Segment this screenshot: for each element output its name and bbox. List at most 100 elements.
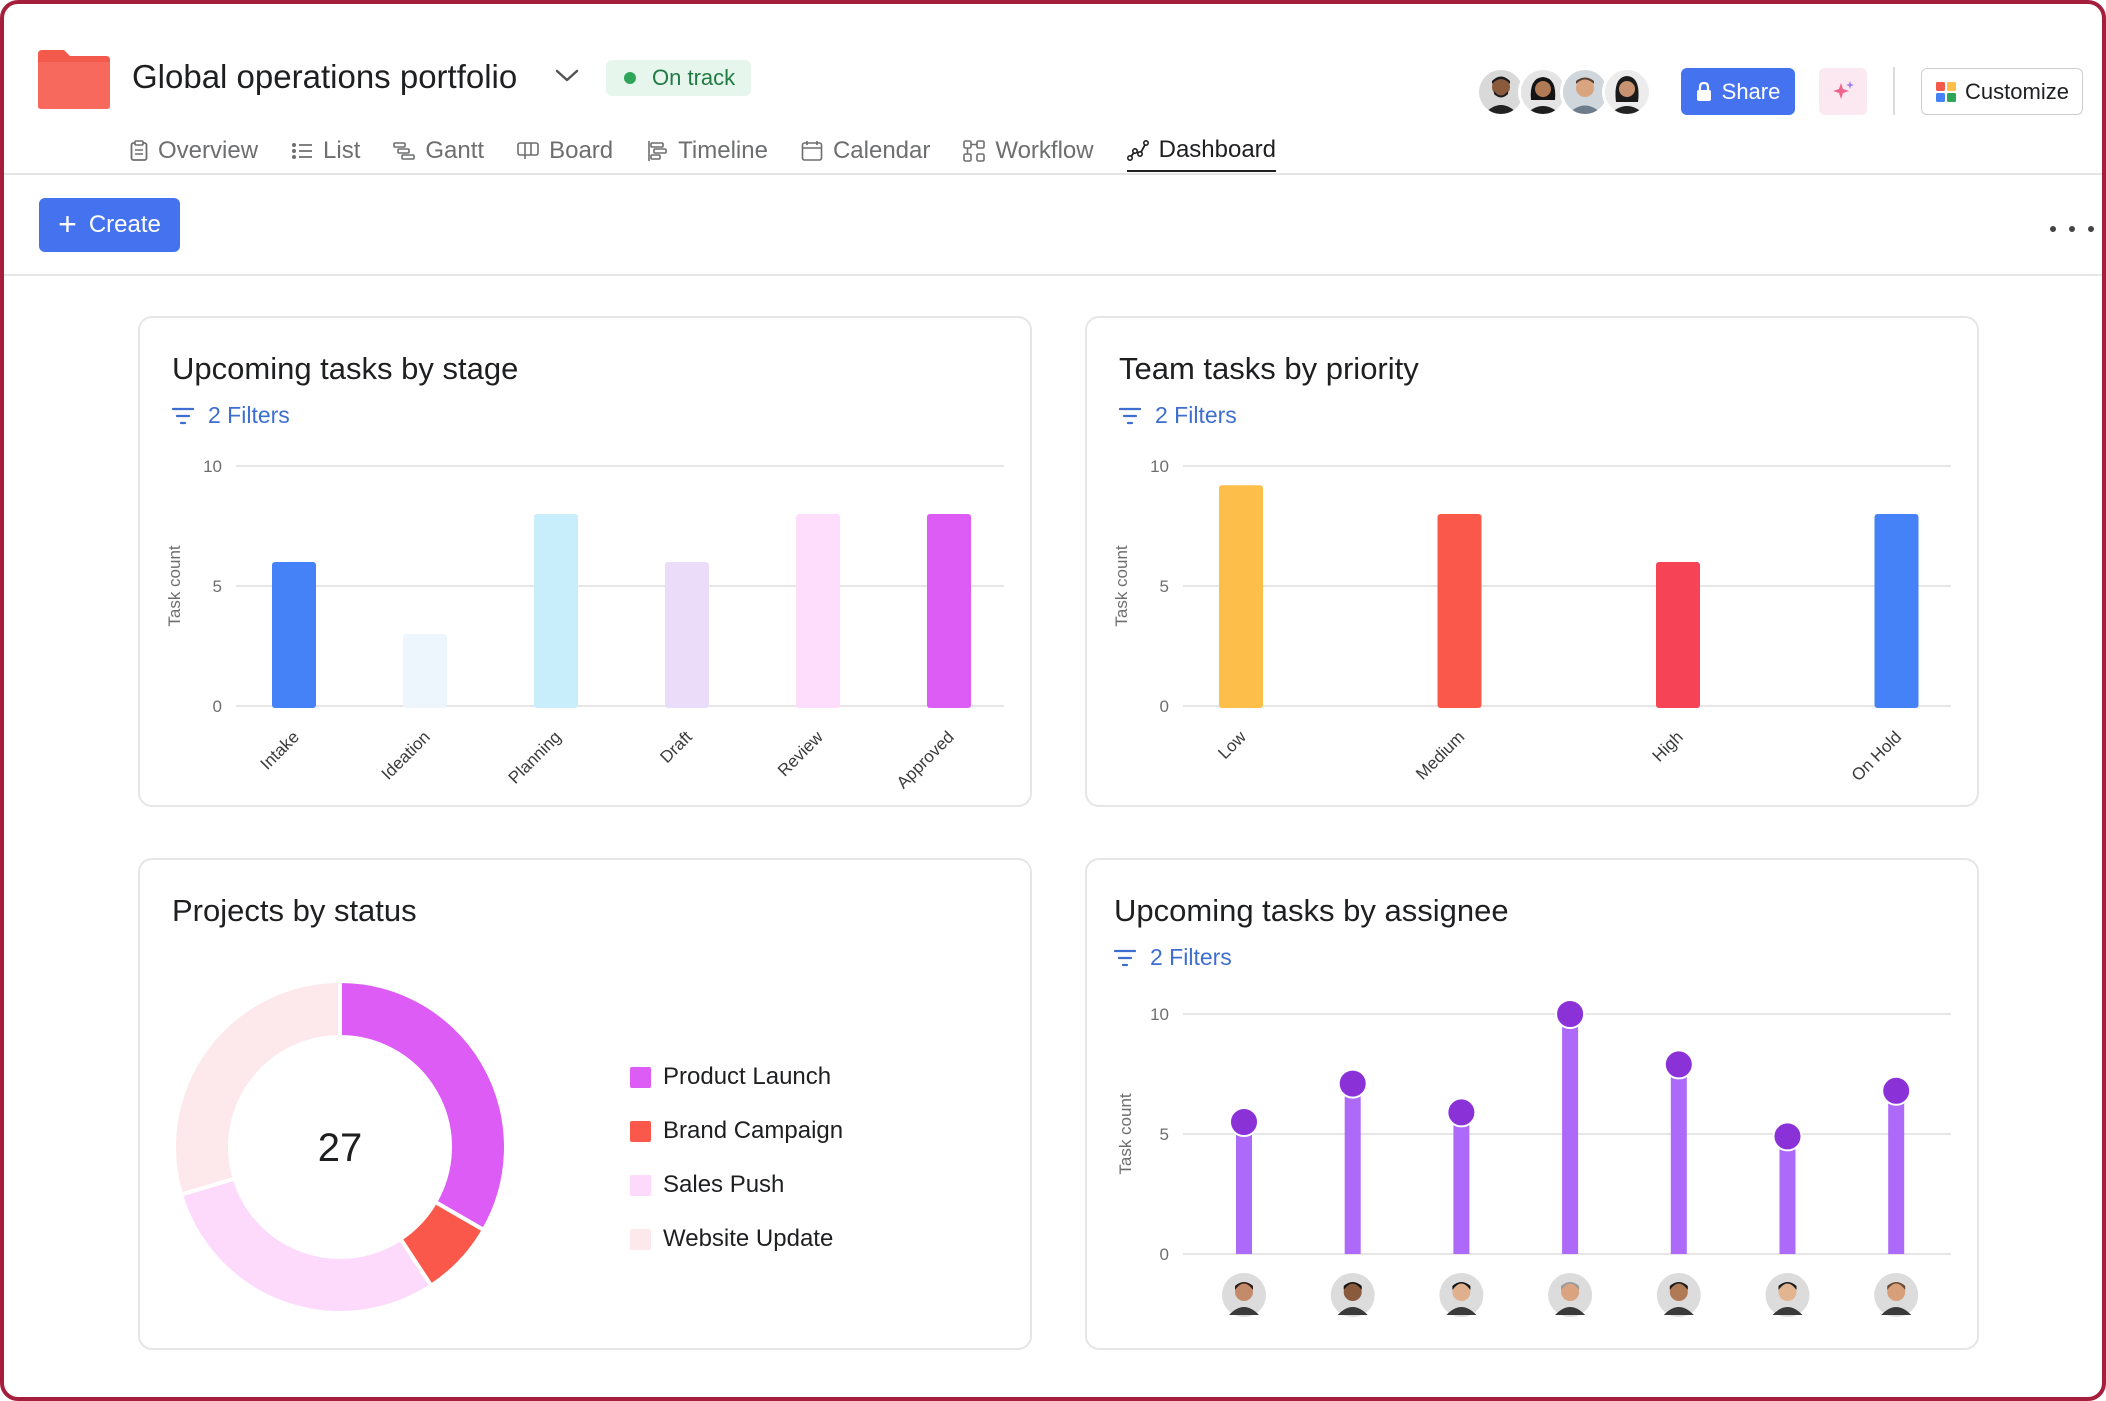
lollipop-stem[interactable] bbox=[1453, 1112, 1470, 1254]
bar-low[interactable] bbox=[1219, 485, 1263, 708]
status-dot-icon bbox=[624, 72, 636, 84]
bar-on-hold[interactable] bbox=[1874, 514, 1919, 708]
donut-slice-product-launch[interactable] bbox=[338, 978, 508, 1233]
lollipop-stem[interactable] bbox=[1236, 1122, 1252, 1254]
stage-bar-chart: 0 5 10 Task count Intake Ideation Planning Draf… bbox=[165, 457, 1004, 792]
donut-total: 27 bbox=[318, 1126, 363, 1170]
tab-label: Gantt bbox=[425, 137, 485, 164]
project-title[interactable]: Global operations portfolio bbox=[132, 58, 517, 96]
lock-icon bbox=[1696, 81, 1711, 101]
chart-card-projects[interactable]: Projects by status 27 Product Launch Bran… bbox=[138, 858, 1032, 1350]
legend-swatch bbox=[630, 1066, 651, 1088]
legend-swatch bbox=[630, 1120, 651, 1142]
projects-donut-chart: 27 bbox=[172, 978, 508, 1315]
x-tick-label: Low bbox=[1214, 727, 1250, 763]
y-tick-label: 0 bbox=[1160, 1245, 1169, 1264]
create-button[interactable]: + Create bbox=[39, 198, 180, 252]
project-tabs: Overview List Gantt Board Timeline Calen… bbox=[130, 130, 1309, 174]
lollipop-stem[interactable] bbox=[1779, 1136, 1796, 1254]
lollipop-dot[interactable] bbox=[1555, 999, 1586, 1029]
legend-item[interactable]: Website Update bbox=[630, 1212, 843, 1266]
tab-dashboard[interactable]: Dashboard bbox=[1126, 130, 1277, 172]
y-axis-label: Task count bbox=[1116, 1093, 1135, 1175]
y-tick-label: 0 bbox=[1160, 697, 1169, 716]
x-tick-label: Planning bbox=[505, 727, 565, 787]
x-tick-label: Review bbox=[774, 727, 827, 780]
tab-board[interactable]: Board bbox=[517, 130, 613, 172]
assignee-avatar[interactable] bbox=[1874, 1273, 1919, 1317]
lollipop-stem[interactable] bbox=[1888, 1090, 1905, 1254]
tab-label: Workflow bbox=[995, 137, 1094, 164]
plus-icon: + bbox=[58, 206, 77, 242]
x-tick-label: Intake bbox=[257, 727, 303, 773]
bar-intake[interactable] bbox=[272, 562, 316, 708]
avatar[interactable] bbox=[1602, 67, 1652, 117]
share-button[interactable]: Share bbox=[1681, 68, 1795, 115]
bar-high[interactable] bbox=[1656, 562, 1700, 708]
bar-review[interactable] bbox=[796, 514, 840, 708]
tab-list[interactable]: List bbox=[291, 130, 360, 172]
ai-sparkle-button[interactable] bbox=[1819, 68, 1867, 115]
lollipop-dot[interactable] bbox=[1446, 1097, 1477, 1128]
x-tick-label: Approved bbox=[893, 727, 958, 792]
tab-overview[interactable]: Overview bbox=[130, 130, 258, 172]
create-label: Create bbox=[88, 211, 161, 238]
assignee-avatar[interactable] bbox=[1222, 1273, 1266, 1317]
x-tick-label: Draft bbox=[656, 727, 696, 767]
bar-ideation[interactable] bbox=[403, 634, 447, 708]
tab-calendar[interactable]: Calendar bbox=[801, 130, 930, 172]
tab-gantt[interactable]: Gantt bbox=[393, 130, 484, 172]
lollipop-dot[interactable] bbox=[1229, 1107, 1259, 1137]
member-avatars[interactable] bbox=[1476, 67, 1656, 117]
assignee-avatar[interactable] bbox=[1439, 1273, 1484, 1317]
y-tick-label: 5 bbox=[1160, 577, 1169, 596]
customize-button[interactable]: Customize bbox=[1921, 68, 2083, 115]
calendar-icon bbox=[801, 140, 823, 162]
lollipop-dot[interactable] bbox=[1337, 1068, 1368, 1099]
legend-item[interactable]: Product Launch bbox=[630, 1050, 843, 1104]
lollipop-stem[interactable] bbox=[1344, 1083, 1361, 1254]
status-badge[interactable]: On track bbox=[606, 60, 752, 96]
customize-label: Customize bbox=[1965, 78, 2069, 104]
tab-timeline[interactable]: Timeline bbox=[646, 130, 768, 172]
header-divider bbox=[1893, 67, 1895, 115]
x-tick-label: Ideation bbox=[378, 727, 434, 783]
bar-planning[interactable] bbox=[534, 514, 578, 708]
lollipop-stem[interactable] bbox=[1670, 1064, 1687, 1254]
lollipop-dot[interactable] bbox=[1663, 1049, 1694, 1080]
chart-card-assignee[interactable]: Upcoming tasks by assignee 2 Filters 051… bbox=[1085, 858, 1979, 1350]
bar-approved[interactable] bbox=[927, 514, 971, 708]
assignee-avatar[interactable] bbox=[1548, 1273, 1593, 1317]
x-tick-label: High bbox=[1649, 727, 1687, 765]
assignee-avatar[interactable] bbox=[1656, 1273, 1701, 1317]
share-label: Share bbox=[1721, 78, 1781, 104]
donut-slice-website-update[interactable] bbox=[172, 978, 342, 1198]
tab-label: Overview bbox=[158, 137, 259, 164]
legend-label: Website Update bbox=[663, 1225, 834, 1252]
chevron-down-icon[interactable] bbox=[554, 68, 580, 89]
chart-card-stage[interactable]: Upcoming tasks by stage 2 Filters 0 5 10 Ta… bbox=[138, 316, 1032, 807]
tab-label: Timeline bbox=[678, 137, 768, 164]
assignee-lollipop-chart: 0 5 10 Task count bbox=[1116, 999, 1951, 1317]
y-tick-label: 10 bbox=[1150, 1005, 1169, 1024]
sparkle-icon bbox=[1833, 80, 1854, 99]
more-options-icon[interactable] bbox=[2050, 214, 2094, 244]
bar-draft[interactable] bbox=[665, 562, 709, 708]
tab-label: List bbox=[323, 137, 361, 164]
assignee-avatar[interactable] bbox=[1765, 1273, 1810, 1317]
lollipop-dot[interactable] bbox=[1772, 1121, 1803, 1152]
legend-item[interactable]: Brand Campaign bbox=[630, 1104, 843, 1158]
assignee-avatar[interactable] bbox=[1330, 1273, 1375, 1317]
lollipop-stem[interactable] bbox=[1562, 1014, 1579, 1254]
lollipop-dot[interactable] bbox=[1881, 1075, 1912, 1106]
toolbar-divider bbox=[4, 274, 2102, 276]
x-tick-label: On Hold bbox=[1848, 727, 1906, 785]
legend-item[interactable]: Sales Push bbox=[630, 1158, 843, 1212]
bar-medium[interactable] bbox=[1437, 514, 1482, 708]
y-tick-label: 0 bbox=[213, 697, 222, 716]
chart-card-priority[interactable]: Team tasks by priority 2 Filters 0 5 10 Tas… bbox=[1085, 316, 1979, 807]
tabs-divider bbox=[4, 173, 2102, 175]
tab-workflow[interactable]: Workflow bbox=[963, 130, 1094, 172]
list-icon bbox=[291, 141, 313, 161]
donut-slice-sales-push[interactable] bbox=[178, 1176, 434, 1315]
